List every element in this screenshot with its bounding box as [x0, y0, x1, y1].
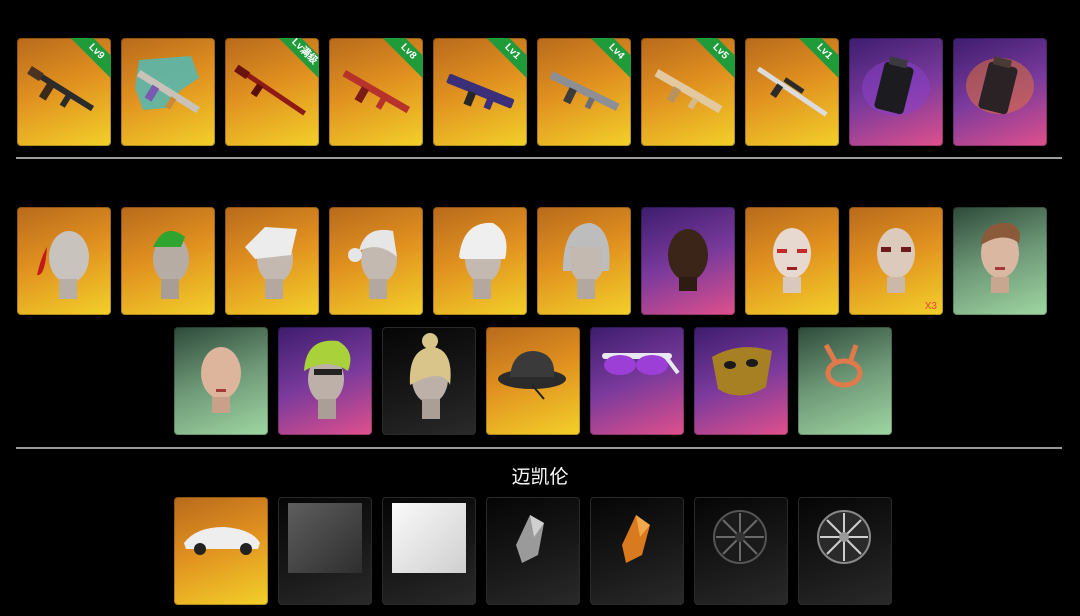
silver-crystal-icon	[516, 515, 544, 563]
appearance-card[interactable]	[225, 207, 319, 315]
frag-grenade-icon	[966, 56, 1034, 115]
weapon-card[interactable]: Lv9	[17, 38, 111, 146]
appearance-card[interactable]	[329, 207, 423, 315]
weapon-card[interactable]: Lv5	[641, 38, 735, 146]
vehicle-card[interactable]	[174, 497, 268, 605]
appearance-card[interactable]	[694, 327, 788, 435]
white-supercar-icon	[184, 527, 260, 555]
bald-dark-face-icon	[668, 229, 708, 291]
face-paint-female-icon	[773, 228, 811, 293]
weapon-card[interactable]: Lv8	[329, 38, 423, 146]
white-shag-hair-icon	[459, 222, 507, 299]
appearance-card[interactable]	[537, 207, 631, 315]
appearance-row: X3	[17, 207, 1047, 315]
face-paint-male-icon	[877, 228, 915, 293]
vehicle-card[interactable]	[590, 497, 684, 605]
appearance-card[interactable]	[121, 207, 215, 315]
appearance-card[interactable]	[590, 327, 684, 435]
vehicle-card[interactable]	[278, 497, 372, 605]
white-spiky-hair-icon	[245, 227, 297, 299]
smoke-grenade-icon	[862, 56, 930, 116]
appearance-card[interactable]	[745, 207, 839, 315]
appearance-card[interactable]	[278, 327, 372, 435]
weapon-card[interactable]	[953, 38, 1047, 146]
appearance-card[interactable]	[17, 207, 111, 315]
blonde-bun-hair-icon	[409, 333, 451, 419]
gray-bob-hair-icon	[563, 223, 610, 299]
vehicle-card[interactable]	[694, 497, 788, 605]
appearance-card[interactable]	[798, 327, 892, 435]
vehicle-card[interactable]	[486, 497, 580, 605]
weapon-card[interactable]	[849, 38, 943, 146]
black-wheel-icon	[713, 510, 767, 564]
ponytail-hair-icon	[37, 231, 89, 299]
appearance-card[interactable]	[641, 207, 735, 315]
vehicle-row	[174, 497, 892, 605]
weapon-card[interactable]	[121, 38, 215, 146]
vehicle-card[interactable]	[382, 497, 476, 605]
bucket-hat-icon	[498, 351, 566, 400]
lime-hair-icon	[304, 340, 351, 419]
sunglasses-icon	[602, 353, 680, 375]
appearance-card[interactable]	[486, 327, 580, 435]
gold-mask-icon	[712, 347, 772, 396]
weapon-card[interactable]: Lv4	[537, 38, 631, 146]
weapon-row: Lv9 Lv满级 Lv8 Lv1 Lv4 Lv5 Lv1	[17, 38, 1047, 146]
section-divider	[16, 157, 1062, 159]
quantity-label: X3	[924, 301, 937, 312]
weapon-card[interactable]: Lv1	[745, 38, 839, 146]
green-hair-icon	[153, 230, 189, 299]
appearance-card[interactable]	[174, 327, 268, 435]
section-title: 迈凯伦	[511, 466, 569, 488]
section-divider	[16, 447, 1062, 449]
weapon-card[interactable]: Lv满级	[225, 38, 319, 146]
white-paint-swatch-icon	[392, 503, 466, 573]
orange-crystal-icon	[622, 515, 650, 563]
appearance-card[interactable]	[953, 207, 1047, 315]
white-bun-hair-icon	[348, 229, 397, 299]
appearance-row	[174, 327, 892, 435]
headband-icon	[823, 343, 863, 388]
rifle-camo-icon	[135, 56, 200, 114]
bald-female-face-icon	[201, 347, 241, 413]
dark-paint-swatch-icon	[288, 503, 362, 573]
vehicle-card[interactable]	[798, 497, 892, 605]
female-face-icon	[981, 222, 1020, 293]
weapon-card[interactable]: Lv1	[433, 38, 527, 146]
silver-wheel-icon	[817, 510, 871, 564]
appearance-card[interactable]	[433, 207, 527, 315]
appearance-card[interactable]: X3	[849, 207, 943, 315]
appearance-card[interactable]	[382, 327, 476, 435]
